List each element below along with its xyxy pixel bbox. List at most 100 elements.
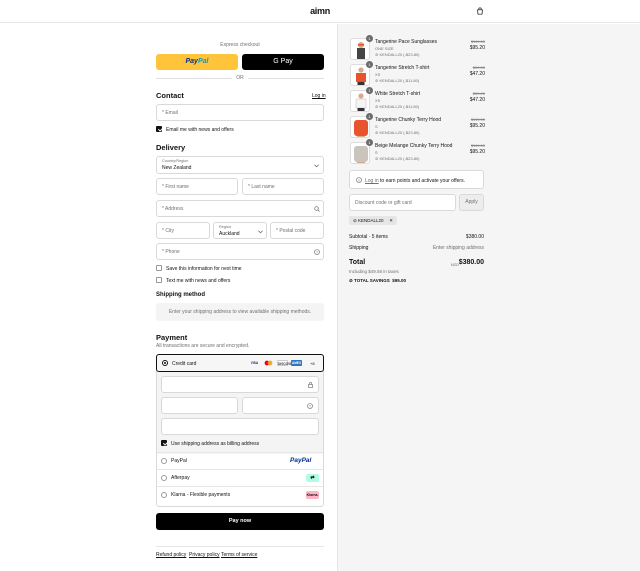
paypal-label: PayPal bbox=[171, 458, 187, 464]
billing-same-checkbox[interactable] bbox=[161, 440, 167, 446]
paypal-option[interactable]: PayPal PayPal bbox=[157, 453, 323, 469]
country-label: Country/Region bbox=[162, 159, 189, 163]
refund-policy-link[interactable]: Refund policy bbox=[156, 552, 186, 558]
subtotal-value: $380.00 bbox=[465, 234, 484, 240]
product-name: Beige Melange Chunky Terry Hood bbox=[375, 143, 453, 149]
card-number-field[interactable] bbox=[161, 376, 319, 393]
klarna-option[interactable]: Klarna - Flexible payments Klarna. bbox=[157, 487, 323, 503]
subtotal-label: Subtotal · 5 items bbox=[349, 234, 388, 240]
product-variant: XS bbox=[375, 98, 381, 103]
original-price: $59.00 bbox=[472, 65, 485, 70]
applied-discount-tag: ⊘ KENDALL20 ✕ bbox=[349, 216, 397, 225]
billing-same-label: Use shipping address as billing address bbox=[171, 441, 260, 447]
store-logo[interactable]: aimn bbox=[0, 6, 640, 16]
total-value: $380.00 bbox=[458, 259, 484, 266]
credit-card-radio[interactable] bbox=[162, 360, 168, 366]
product-discount: ⊘ KENDALL20 (-$23.80) bbox=[375, 52, 420, 57]
privacy-policy-link[interactable]: Privacy policy bbox=[189, 552, 220, 558]
address-field[interactable]: * Address bbox=[156, 200, 324, 217]
product-name: Tangerine Pace Sunglasses bbox=[375, 39, 437, 45]
last-name-placeholder: * Last name bbox=[248, 184, 275, 190]
city-field[interactable]: * City bbox=[156, 222, 210, 239]
region-select[interactable]: Region Auckland bbox=[213, 222, 267, 239]
quantity-badge: 1 bbox=[366, 113, 373, 120]
help-icon[interactable]: ? bbox=[307, 403, 313, 409]
credit-card-label: Credit card bbox=[172, 361, 197, 367]
contact-heading: Contact bbox=[156, 91, 184, 100]
phone-placeholder: * Phone bbox=[162, 249, 180, 255]
last-name-field[interactable]: * Last name bbox=[242, 178, 324, 195]
afterpay-option[interactable]: Afterpay ⇄ bbox=[157, 470, 323, 486]
email-placeholder: * Email bbox=[162, 110, 178, 116]
top-header: aimn bbox=[0, 0, 640, 23]
product-variant: S bbox=[375, 124, 378, 129]
region-value: Auckland bbox=[219, 231, 240, 237]
expiry-date-field[interactable] bbox=[161, 397, 238, 414]
credit-card-option[interactable]: Credit card VISA DISCOVER AMEX +8 bbox=[156, 354, 324, 372]
product-name: Tangerine Stretch T-shirt bbox=[375, 65, 430, 71]
phone-field[interactable]: * Phone ? bbox=[156, 243, 324, 260]
first-name-placeholder: * First name bbox=[162, 184, 189, 190]
discover-logo: DISCOVER bbox=[277, 360, 295, 366]
pay-now-button[interactable]: Pay now bbox=[156, 513, 324, 530]
paypal-radio[interactable] bbox=[161, 458, 167, 464]
payment-subtitle: All transactions are secure and encrypte… bbox=[156, 343, 250, 349]
points-login-link[interactable]: Log in bbox=[365, 178, 379, 184]
payment-heading: Payment bbox=[156, 333, 188, 342]
postal-code-field[interactable]: * Postal code bbox=[270, 222, 324, 239]
product-variant: XS bbox=[375, 72, 381, 77]
name-on-card-field[interactable] bbox=[161, 418, 319, 435]
shipping-method-heading: Shipping method bbox=[156, 292, 205, 298]
postal-code-placeholder: * Postal code bbox=[276, 228, 306, 234]
region-label: Region bbox=[219, 225, 232, 229]
paypal-express-button[interactable]: PayPal bbox=[156, 54, 238, 70]
taxes-note: Including $49.58 in taxes bbox=[349, 269, 399, 274]
footer-divider bbox=[156, 546, 324, 547]
or-divider-left bbox=[156, 78, 232, 79]
afterpay-radio[interactable] bbox=[161, 475, 167, 481]
search-icon bbox=[314, 206, 320, 212]
original-price: $59.00 bbox=[472, 91, 485, 96]
quantity-badge: 1 bbox=[366, 139, 373, 146]
address-placeholder: * Address bbox=[162, 206, 184, 212]
google-pay-button[interactable]: G Pay bbox=[242, 54, 324, 70]
news-offers-label: Email me with news and offers bbox=[166, 127, 234, 133]
chevron-down-icon bbox=[258, 230, 263, 234]
discount-code-placeholder: Discount code or gift card bbox=[355, 200, 412, 206]
discount-code-field[interactable]: Discount code or gift card bbox=[349, 194, 456, 211]
news-offers-checkbox[interactable] bbox=[156, 126, 162, 132]
quantity-badge: 1 bbox=[366, 61, 373, 68]
or-label: OR bbox=[236, 75, 244, 81]
order-item: 1 Tangerine Stretch T-shirt XS ⊘ KENDALL… bbox=[350, 61, 485, 88]
lock-icon bbox=[308, 382, 313, 388]
amex-logo: AMEX bbox=[291, 360, 302, 366]
country-select[interactable]: Country/Region New Zealand bbox=[156, 156, 324, 174]
first-name-field[interactable]: * First name bbox=[156, 178, 238, 195]
original-price: $119.00 bbox=[470, 143, 485, 148]
discounted-price: $95.20 bbox=[469, 149, 485, 155]
afterpay-logo: ⇄ bbox=[306, 474, 319, 482]
more-cards-label: +8 bbox=[310, 361, 315, 366]
text-offers-label: Text me with news and offers bbox=[166, 278, 231, 284]
shopping-bag-icon[interactable] bbox=[476, 7, 484, 15]
terms-of-service-link[interactable]: Terms of service bbox=[221, 552, 257, 558]
login-link[interactable]: Log in bbox=[312, 93, 326, 99]
shipping-label: Shipping bbox=[349, 245, 369, 251]
product-name: White Stretch T-shirt bbox=[375, 91, 421, 97]
klarna-radio[interactable] bbox=[161, 492, 167, 498]
original-price: $119.00 bbox=[470, 117, 485, 122]
email-field[interactable]: * Email bbox=[156, 104, 324, 121]
points-info-box: Log in to earn points and activate your … bbox=[349, 170, 484, 189]
shipping-method-notice: Enter your shipping address to view avai… bbox=[156, 303, 324, 321]
product-discount: ⊘ KENDALL20 (-$23.80) bbox=[375, 130, 420, 135]
klarna-label: Klarna - Flexible payments bbox=[171, 492, 231, 498]
remove-discount-icon[interactable]: ✕ bbox=[389, 216, 393, 225]
order-item: 1 Beige Melange Chunky Terry Hood S ⊘ KE… bbox=[350, 139, 485, 166]
order-item: 1 White Stretch T-shirt XS ⊘ KENDALL20 (… bbox=[350, 87, 485, 114]
save-info-checkbox[interactable] bbox=[156, 265, 162, 271]
apply-discount-button[interactable]: Apply bbox=[459, 194, 484, 211]
klarna-logo: Klarna. bbox=[306, 491, 319, 499]
security-code-field[interactable]: ? bbox=[242, 397, 319, 414]
help-icon[interactable]: ? bbox=[314, 249, 320, 255]
text-offers-checkbox[interactable] bbox=[156, 277, 162, 283]
